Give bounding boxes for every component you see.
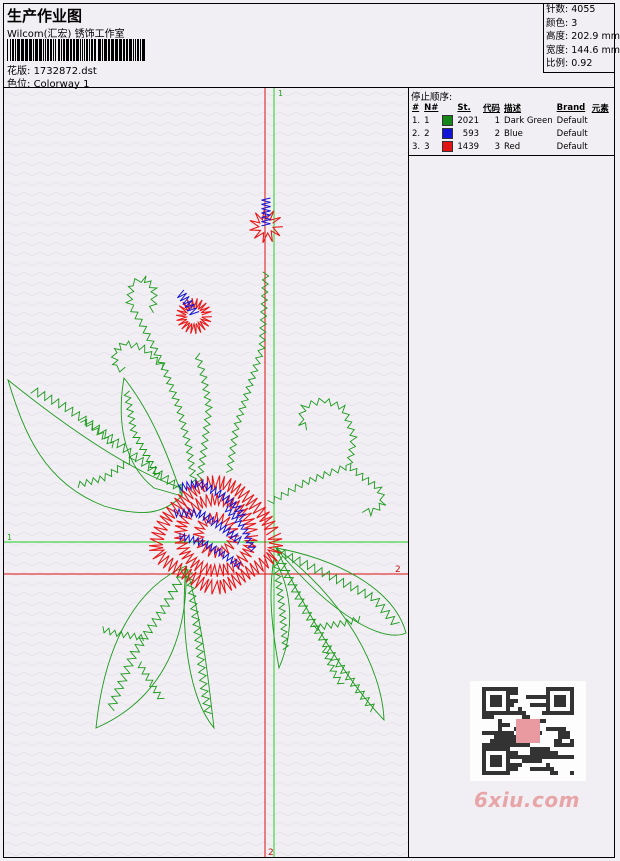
col-code: 代码 <box>483 103 501 114</box>
col-needle: N# <box>424 102 439 113</box>
table-row: 3. 3 1439 3 Red Default <box>410 140 611 153</box>
marker-red-bottom: 2 <box>268 848 274 857</box>
stat-height-value: 202.9 mm <box>571 31 620 42</box>
row-needle: 3 <box>424 141 430 152</box>
stat-stitches-value: 4055 <box>571 4 596 15</box>
row-code: 3 <box>494 141 501 152</box>
stop-sequence-panel: 停止顺序: # N# St. 代码 描述 Brand 元素 1. 1 2021 … <box>409 88 615 156</box>
row-needle: 1 <box>424 115 430 126</box>
barcode <box>7 39 145 61</box>
row-element <box>590 140 611 153</box>
production-sheet: 生产作业图 Wilcom(汇宏) 锈饰工作室 花版: 1732872.dst 色… <box>0 0 620 861</box>
row-description: Dark Green <box>504 115 553 126</box>
stat-width-value: 144.6 mm <box>571 44 620 56</box>
row-element <box>590 114 611 127</box>
row-brand: Default <box>556 128 588 139</box>
stat-width-label: 宽度: <box>546 44 569 56</box>
marker-green-left: 1 <box>7 533 12 542</box>
col-index: # <box>412 102 420 113</box>
site-watermark: 6xiu.com <box>474 788 580 812</box>
table-row: 2. 2 593 2 Blue Default <box>410 127 611 140</box>
row-stitches: 2021 <box>457 115 480 126</box>
row-needle: 2 <box>424 128 430 139</box>
row-brand: Default <box>556 115 588 126</box>
qr-logo-badge <box>516 719 540 743</box>
row-color <box>440 127 455 140</box>
stat-stitches: 针数: 4055 <box>544 3 615 17</box>
stat-colors-value: 3 <box>571 17 578 29</box>
stat-height-label: 高度: <box>546 31 569 42</box>
row-code: 1 <box>494 115 501 126</box>
row-color <box>440 140 455 153</box>
embroidery-preview: 1 1 2 2 <box>4 88 409 857</box>
fabric-background <box>4 88 408 857</box>
row-index: 1. <box>412 115 421 126</box>
row-element <box>590 127 611 140</box>
embroidery-drawing: 1 1 2 2 <box>4 88 408 857</box>
stat-colors-label: 颜色: <box>546 17 569 29</box>
stat-colors: 颜色: 3 <box>544 17 615 31</box>
row-stitches: 593 <box>462 128 480 139</box>
design-stats: 针数: 4055 颜色: 3 高度: 202.9 mm 宽度: 144.6 mm… <box>543 3 620 73</box>
col-element: 元素 <box>591 103 609 114</box>
row-stitches: 1439 <box>457 141 480 152</box>
stat-height: 高度: 202.9 mm <box>544 30 620 44</box>
color-swatch <box>442 128 454 139</box>
row-index: 2. <box>412 128 421 139</box>
row-color <box>440 114 455 127</box>
row-brand: Default <box>556 141 588 152</box>
stat-scale-value: 0.92 <box>571 58 593 69</box>
stat-stitches-label: 针数: <box>546 4 569 15</box>
col-color <box>440 101 455 114</box>
stat-width: 宽度: 144.6 mm <box>544 44 620 58</box>
table-row: 1. 1 2021 1 Dark Green Default <box>410 114 611 127</box>
col-description: 描述 <box>504 103 522 114</box>
stop-sequence-header-row: # N# St. 代码 描述 Brand 元素 <box>410 101 611 114</box>
stop-sequence-table: # N# St. 代码 描述 Brand 元素 1. 1 2021 1 Dark… <box>410 101 611 153</box>
marker-red-right: 2 <box>395 565 401 575</box>
row-index: 3. <box>412 141 421 152</box>
stat-scale: 比例: 0.92 <box>544 57 615 71</box>
row-code: 2 <box>494 128 501 139</box>
sheet-title: 生产作业图 <box>7 7 83 25</box>
color-swatch <box>442 141 454 152</box>
row-description: Blue <box>504 128 523 139</box>
company-name: Wilcom(汇宏) 锈饰工作室 <box>7 29 125 40</box>
col-stitches: St. <box>457 102 471 113</box>
stat-scale-label: 比例: <box>546 58 569 69</box>
qr-code-watermark <box>470 681 586 781</box>
marker-green-top: 1 <box>278 89 283 98</box>
col-brand: Brand <box>556 102 586 113</box>
header: 生产作业图 Wilcom(汇宏) 锈饰工作室 花版: 1732872.dst 色… <box>3 3 620 90</box>
row-description: Red <box>504 141 521 152</box>
color-swatch <box>442 115 454 126</box>
